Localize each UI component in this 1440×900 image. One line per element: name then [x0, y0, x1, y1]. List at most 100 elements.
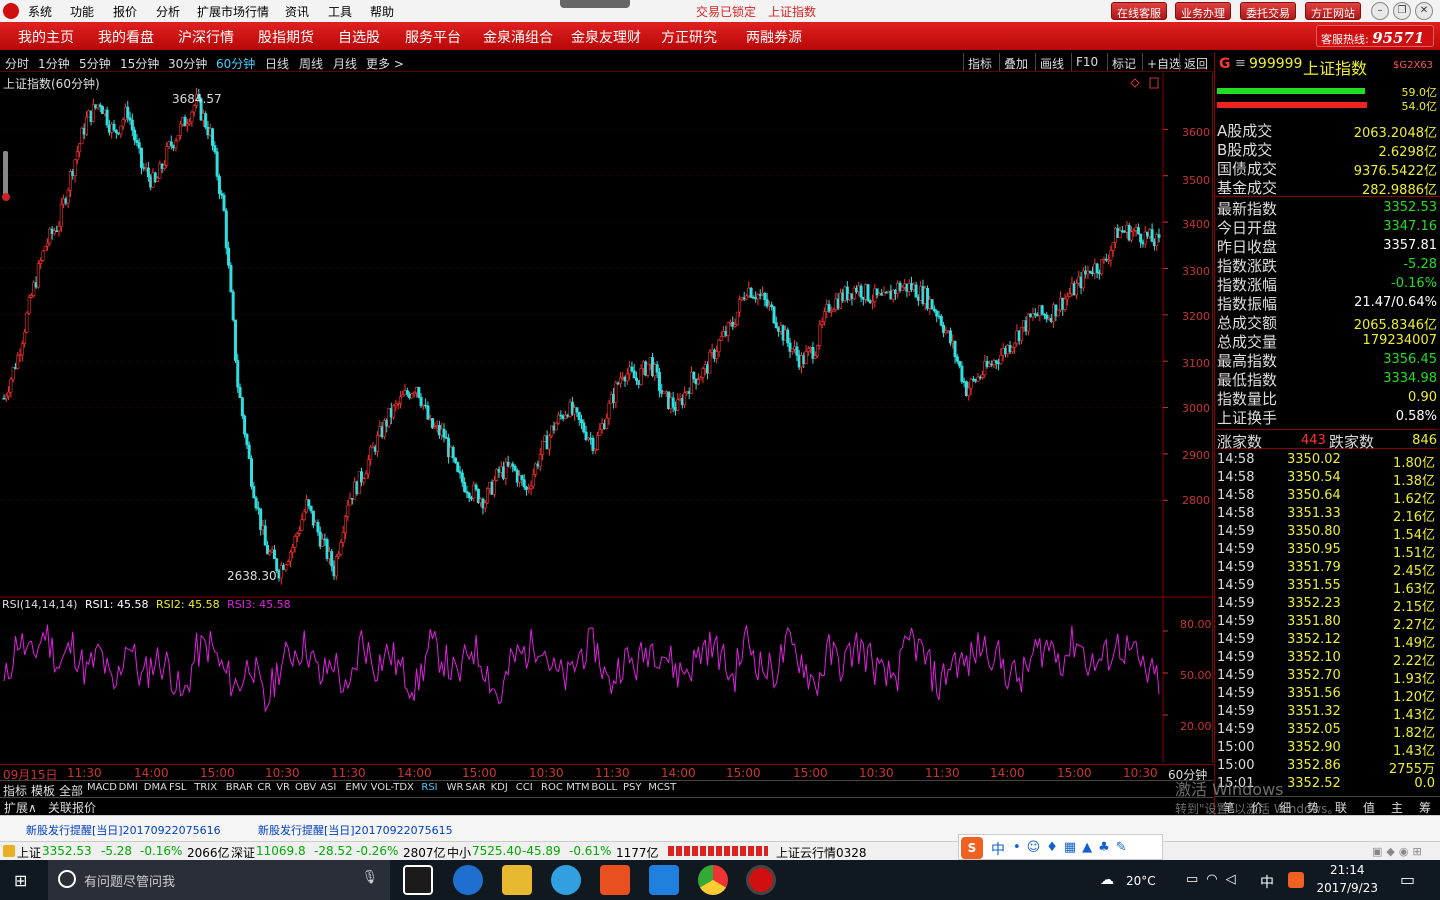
- indicator-tab[interactable]: TRIX: [194, 782, 217, 793]
- period-15min[interactable]: 15分钟: [120, 55, 159, 72]
- indicator-tab[interactable]: RSI: [421, 782, 437, 793]
- period-intraday[interactable]: 分时: [5, 55, 29, 72]
- trading-app-icon[interactable]: [746, 865, 776, 895]
- edge-icon[interactable]: [453, 865, 483, 895]
- sogou-tray-icon[interactable]: [1288, 872, 1304, 888]
- menu-function[interactable]: 功能: [70, 3, 94, 20]
- indicator-tab[interactable]: OBV: [295, 782, 316, 793]
- period-30min[interactable]: 30分钟: [168, 55, 207, 72]
- indicator-tab[interactable]: PSY: [623, 782, 642, 793]
- menu-system[interactable]: 系统: [28, 3, 52, 20]
- nav-home[interactable]: 我的主页: [18, 27, 74, 47]
- indicator-tab[interactable]: ROC: [541, 782, 563, 793]
- indicator-tab[interactable]: CCI: [516, 782, 533, 793]
- tool-back[interactable]: 返回: [1179, 53, 1212, 71]
- chart-area[interactable]: 上证指数(60分钟) 3684.57 2638.30 3600 3500 340…: [0, 73, 1213, 763]
- indicator-tab[interactable]: BRAR: [226, 782, 253, 793]
- nav-sh-sz-market[interactable]: 沪深行情: [178, 27, 234, 47]
- price-chart[interactable]: [0, 73, 1213, 763]
- indicator-tab[interactable]: DMA: [144, 782, 167, 793]
- related-quotes-tab[interactable]: 关联报价: [48, 799, 96, 816]
- windows-start-icon[interactable]: ⊞: [14, 871, 27, 890]
- cloud-quote-label[interactable]: 上证云行情0328: [776, 844, 867, 861]
- menu-extended-market[interactable]: 扩展市场行情: [197, 3, 269, 20]
- nav-margin-source[interactable]: 两融券源: [746, 27, 802, 47]
- menu-analysis[interactable]: 分析: [156, 3, 180, 20]
- indicator-tab[interactable]: FSL: [169, 782, 187, 793]
- restore-icon[interactable]: ❐: [1393, 2, 1411, 20]
- sz-index-name[interactable]: 深证: [231, 844, 255, 861]
- sh-index-name[interactable]: 上证: [17, 844, 41, 861]
- news-link[interactable]: 新股发行提醒[当日]20170922075615: [258, 822, 453, 838]
- chrome-icon[interactable]: [698, 865, 728, 895]
- period-5min[interactable]: 5分钟: [79, 55, 111, 72]
- hotline-badge[interactable]: 客服热线: 95571: [1316, 25, 1434, 47]
- ie-icon[interactable]: [551, 865, 581, 895]
- nav-index-futures[interactable]: 股指期货: [258, 27, 314, 47]
- indicator-tab[interactable]: EMV: [345, 782, 367, 793]
- panel-tab[interactable]: 筹: [1419, 799, 1431, 816]
- tool-overlay[interactable]: 叠加: [999, 53, 1032, 71]
- taskbar-clock[interactable]: 21:14 2017/9/23: [1316, 863, 1378, 895]
- indicator-tab[interactable]: VOL-TDX: [371, 782, 414, 793]
- panel-tab[interactable]: 值: [1363, 799, 1375, 816]
- indicator-tab[interactable]: VR: [276, 782, 290, 793]
- ime-indicator[interactable]: 中: [1260, 872, 1274, 892]
- menu-icon[interactable]: ≡: [1235, 56, 1246, 71]
- tray-icons[interactable]: ▣◆◉⊞: [1372, 845, 1426, 858]
- notification-icon[interactable]: ▭: [1400, 870, 1415, 889]
- indicator-tab[interactable]: CR: [257, 782, 271, 793]
- business-button[interactable]: 业务办理: [1175, 2, 1231, 20]
- menu-help[interactable]: 帮助: [370, 3, 394, 20]
- menu-tools[interactable]: 工具: [328, 3, 352, 20]
- nav-wealth[interactable]: 金泉友理财: [571, 27, 641, 47]
- pdf-icon[interactable]: [600, 865, 630, 895]
- minimize-icon[interactable]: –: [1371, 2, 1389, 20]
- online-service-button[interactable]: 在线客服: [1111, 2, 1167, 20]
- menu-quote[interactable]: 报价: [113, 3, 137, 20]
- cortana-search[interactable]: 有问题尽管问我 🎙: [48, 860, 390, 900]
- microphone-icon[interactable]: 🎙: [361, 870, 378, 885]
- indicator-tab[interactable]: SAR: [465, 782, 485, 793]
- panel-tab[interactable]: 主: [1391, 799, 1403, 816]
- app-logo[interactable]: [3, 3, 19, 19]
- expand-button[interactable]: 扩展∧: [4, 799, 37, 816]
- indicator-tab[interactable]: KDJ: [491, 782, 508, 793]
- website-button[interactable]: 方正网站: [1305, 2, 1361, 20]
- tool-f10[interactable]: F10: [1071, 53, 1102, 71]
- entrust-trade-button[interactable]: 委托交易: [1240, 2, 1296, 20]
- system-tray-icons[interactable]: ▭◠◁: [1186, 872, 1244, 887]
- file-explorer-icon[interactable]: [502, 865, 532, 895]
- close-icon[interactable]: ✕: [1415, 2, 1433, 20]
- period-daily[interactable]: 日线: [265, 55, 289, 72]
- weather-icon[interactable]: ☁: [1100, 872, 1114, 888]
- drag-handle[interactable]: [560, 0, 630, 8]
- period-60min[interactable]: 60分钟: [216, 55, 255, 72]
- nav-service-platform[interactable]: 服务平台: [405, 27, 461, 47]
- indicator-tab[interactable]: DMI: [119, 782, 138, 793]
- wps-icon[interactable]: [649, 865, 679, 895]
- tool-mark[interactable]: 标记: [1107, 53, 1140, 71]
- weather-temp[interactable]: 20°C: [1126, 874, 1156, 888]
- nav-my-board[interactable]: 我的看盘: [98, 27, 154, 47]
- period-weekly[interactable]: 周线: [299, 55, 323, 72]
- indicator-tab[interactable]: ASI: [320, 782, 336, 793]
- period-monthly[interactable]: 月线: [333, 55, 357, 72]
- nav-research[interactable]: 方正研究: [661, 27, 717, 47]
- indicator-tab[interactable]: WR: [447, 782, 464, 793]
- nav-portfolio[interactable]: 金泉涌组合: [483, 27, 553, 47]
- nav-watchlist[interactable]: 自选股: [338, 27, 380, 47]
- tool-draw-line[interactable]: 画线: [1035, 53, 1068, 71]
- period-1min[interactable]: 1分钟: [38, 55, 70, 72]
- indicator-tab[interactable]: MCST: [648, 782, 676, 793]
- period-more[interactable]: 更多 >: [366, 55, 404, 72]
- indicator-tab[interactable]: MTM: [566, 782, 589, 793]
- news-link[interactable]: 新股发行提醒[当日]20170922075616: [26, 822, 221, 838]
- menu-news[interactable]: 资讯: [285, 3, 309, 20]
- indicator-tab[interactable]: MACD: [87, 782, 117, 793]
- ime-toolbar[interactable]: S 中 •☺♦▦▲♣✎: [958, 834, 1163, 860]
- indicator-tab[interactable]: BOLL: [591, 782, 617, 793]
- store-icon[interactable]: [403, 865, 433, 895]
- trade-lock-status[interactable]: 交易已锁定: [696, 3, 756, 20]
- tool-indicator[interactable]: 指标: [963, 53, 996, 71]
